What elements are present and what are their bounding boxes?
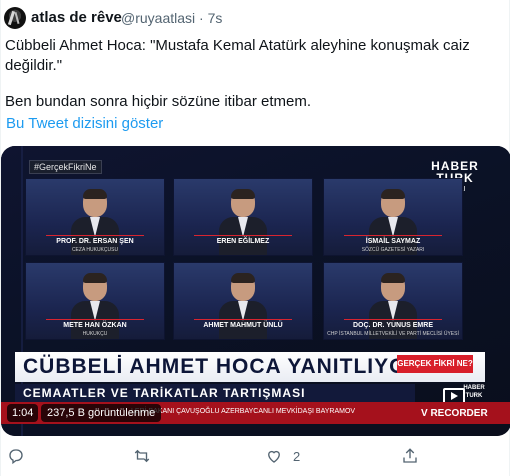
guest-panel: İSMAİL SAYMAZ SÖZCÜ GAZETESİ YAZARI [323,178,463,256]
hashtag-banner: #GerçekFikriNe [29,160,102,174]
reply-icon [9,449,23,465]
guest-panel: METE HAN ÖZKAN HUKUKÇU [25,262,165,340]
guest-name: METE HAN ÖZKAN [63,322,127,329]
show-thread-link[interactable]: Bu Tweet dizisini göster [6,115,163,132]
like-button[interactable]: 2 [265,446,300,466]
guest-figure [71,189,119,255]
guest-name: DOÇ. DR. YUNUS EMRE [353,322,433,329]
guest-name: PROF. DR. ERSAN ŞEN [56,238,134,245]
guest-figure [369,273,417,339]
like-count: 2 [293,448,301,464]
guest-panel: AHMET MAHMUT ÜNLÜ [173,262,313,340]
tweet-text-second-paragraph: Ben bundan sonra hiçbir sözüne itibar et… [5,93,312,110]
avatar[interactable] [4,7,26,29]
video-time: 1:04 [7,404,39,422]
guest-panel: DOÇ. DR. YUNUS EMRE CHP İSTANBUL MİLLETV… [323,262,463,340]
guest-figure [71,273,119,339]
tweet-actions: 2 [1,446,510,466]
guest-name: EREN EĞİLMEZ [216,238,270,245]
subheadline-bar: CEMAATLER VE TARİKATLAR TARTIŞMASI [15,384,415,402]
share-button[interactable] [401,446,429,466]
guest-title: CHP İSTANBUL MİLLETVEKİLİ VE PARTİ MECLİ… [327,331,459,337]
guest-figure [219,189,267,255]
program-badge: GERÇEK FİKRİ NE? [397,355,473,373]
recorder-watermark: V RECORDER [421,408,488,419]
guest-title: HUKUKÇU [82,331,108,337]
guest-panel: PROF. DR. ERSAN ŞEN CEZA HUKUKÇUSU [25,178,165,256]
guest-title: SÖZCÜ GAZETESİ YAZARI [361,247,425,253]
display-name[interactable]: atlas de rêve [31,9,122,26]
ticker-text: LERİ BAKANI ÇAVUŞOĞLU AZERBAYCANLI MEVKİ… [131,408,356,415]
tweet-text: Cübbeli Ahmet Hoca: "Mustafa Kemal Atatü… [5,37,470,74]
handle-and-time[interactable]: @ruyaatlasi · 7s [121,10,222,26]
headline-text: CÜBBELİ AHMET HOCA YANITLIYOR [23,355,423,378]
guest-title: CEZA HUKUKÇUSU [71,247,119,253]
guest-figure [219,273,267,339]
retweet-icon [134,449,150,463]
heart-icon [268,450,280,463]
guest-figure [369,189,417,255]
video-player[interactable]: #GerçekFikriNe HABER TURK CANLI PROF. DR… [1,146,510,436]
share-icon [403,448,417,463]
view-count: 237,5 B görüntülenme [41,404,162,422]
retweet-button[interactable] [133,446,161,466]
subheadline-text: CEMAATLER VE TARİKATLAR TARTIŞMASI [23,386,306,400]
tweet-card[interactable]: atlas de rêve @ruyaatlasi · 7s Cübbeli A… [0,0,510,476]
guest-panel: EREN EĞİLMEZ [173,178,313,256]
reply-button[interactable] [7,446,35,466]
guest-name: İSMAİL SAYMAZ [365,238,421,245]
guest-name: AHMET MAHMUT ÜNLÜ [203,322,283,329]
